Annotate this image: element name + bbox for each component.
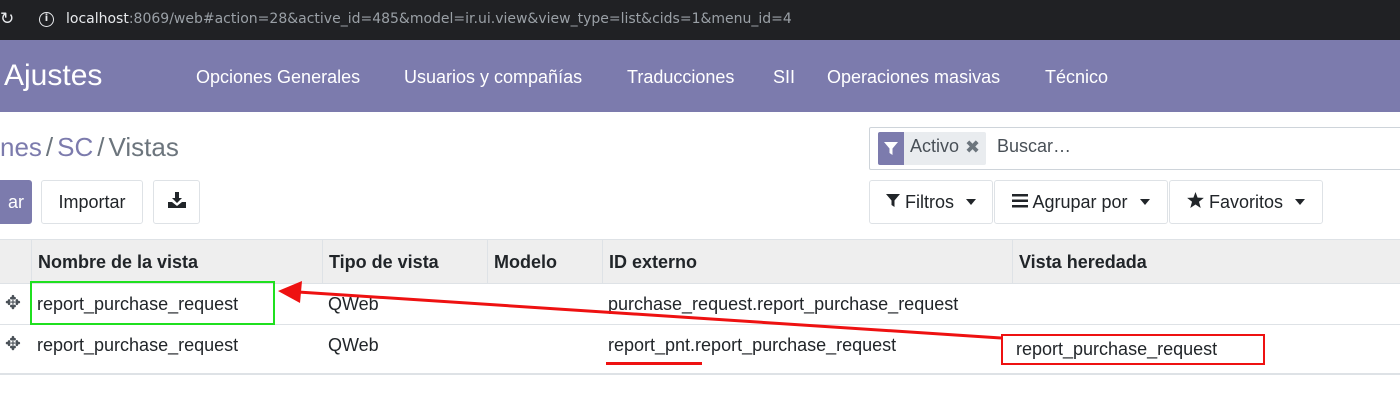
import-button-label: Importar	[58, 191, 126, 212]
filter-icon	[886, 192, 900, 213]
search-box: Activo ✖	[869, 127, 1400, 170]
column-header-model[interactable]: Modelo	[487, 240, 602, 284]
create-button[interactable]: ar	[0, 180, 32, 224]
caret-down-icon	[966, 199, 976, 205]
breadcrumb-item-first[interactable]: nes	[0, 132, 42, 162]
browser-address-bar: ↻ i localhost:8069/web#action=28&active_…	[0, 0, 1400, 40]
url-text[interactable]: localhost:8069/web#action=28&active_id=4…	[66, 11, 792, 27]
menu-item-tecnico[interactable]: Técnico	[1045, 67, 1108, 88]
breadcrumb-separator: /	[97, 132, 105, 162]
table-bottom-border	[0, 374, 1400, 375]
menu-item-operaciones-masivas[interactable]: Operaciones masivas	[827, 67, 1000, 88]
app-name[interactable]: Ajustes	[4, 59, 102, 93]
download-button[interactable]	[153, 180, 200, 224]
breadcrumb: nes / SC / Vistas	[0, 132, 179, 163]
close-icon[interactable]: ✖	[963, 132, 987, 165]
menu-item-usuarios-companias[interactable]: Usuarios y compañías	[404, 67, 582, 88]
cell-inherited-view: report_purchase_request	[1016, 339, 1218, 359]
url-path: :8069/web#action=28&active_id=485&model=…	[128, 11, 792, 27]
cell-view-name: report_purchase_request	[37, 335, 239, 355]
site-info-icon[interactable]: i	[39, 12, 54, 27]
favorites-label: Favoritos	[1208, 191, 1284, 212]
breadcrumb-separator: /	[45, 132, 54, 162]
import-button[interactable]: Importar	[41, 180, 143, 224]
star-icon	[1187, 191, 1204, 213]
annotation-red-underline	[606, 362, 702, 365]
menu-item-opciones-generales[interactable]: Opciones Generales	[196, 67, 360, 88]
create-button-label: ar	[7, 191, 24, 212]
filters-label: Filtros	[905, 191, 954, 212]
caret-down-icon	[1295, 199, 1306, 205]
menu-item-traducciones[interactable]: Traducciones	[627, 67, 734, 88]
download-icon	[167, 191, 186, 213]
search-facet-activo: Activo ✖	[878, 132, 987, 165]
column-header-inherited-view[interactable]: Vista heredada	[1012, 240, 1400, 284]
cell-view-type: QWeb	[328, 294, 379, 314]
menu-item-sii[interactable]: SII	[773, 67, 795, 88]
caret-down-icon	[1139, 199, 1150, 205]
filter-icon	[878, 132, 904, 165]
drag-handle-icon[interactable]: ✥	[5, 334, 25, 354]
group-by-label: Agrupar por	[1032, 191, 1128, 212]
favorites-button[interactable]: Favoritos	[1169, 180, 1323, 224]
cell-view-type: QWeb	[328, 335, 379, 355]
group-by-button[interactable]: Agrupar por	[994, 180, 1168, 224]
breadcrumb-current: Vistas	[108, 132, 179, 162]
reload-icon[interactable]: ↻	[0, 9, 14, 31]
list-icon	[1012, 192, 1029, 213]
column-header-type[interactable]: Tipo de vista	[322, 240, 487, 284]
cell-external-id: purchase_request.report_purchase_request	[608, 294, 959, 314]
url-host: localhost	[66, 11, 129, 27]
table-header: Nombre de la vista Tipo de vista Modelo …	[0, 239, 1400, 284]
cell-external-id: report_pnt.report_purchase_request	[608, 335, 897, 355]
search-input[interactable]	[997, 136, 1397, 157]
breadcrumb-item-sc[interactable]: SC	[57, 132, 93, 162]
drag-handle-icon[interactable]: ✥	[5, 293, 25, 313]
column-header-external-id[interactable]: ID externo	[602, 240, 1012, 284]
annotation-green-box	[30, 281, 275, 325]
facet-label: Activo	[904, 132, 964, 165]
column-header-name[interactable]: Nombre de la vista	[31, 240, 322, 284]
filters-button[interactable]: Filtros	[869, 180, 993, 224]
main-navbar: Ajustes Opciones Generales Usuarios y co…	[0, 40, 1400, 112]
